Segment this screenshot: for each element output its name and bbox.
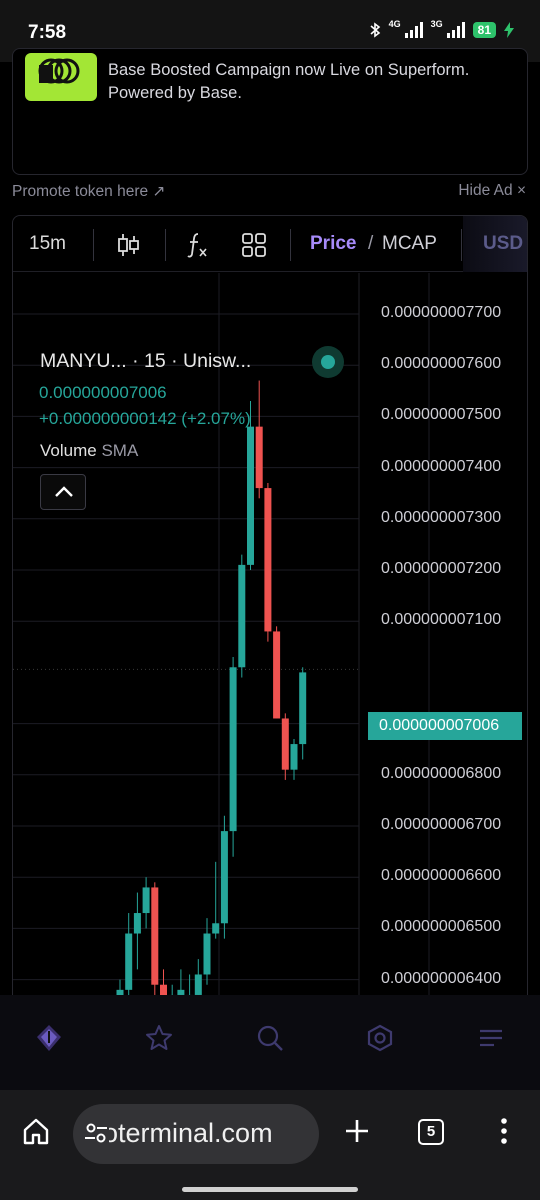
price-chart[interactable]: 0.000000007700 0.000000007600 0.0000000075…: [13, 273, 528, 995]
indicators-fx-icon[interactable]: [182, 230, 212, 260]
candle: [273, 631, 281, 719]
candle: [220, 831, 228, 924]
toolbar-divider: [461, 229, 462, 261]
toolbar-divider: [165, 229, 166, 261]
status-icons: 4G 3G 81: [369, 19, 514, 38]
ad-text: Base Boosted Campaign now Live on Superf…: [108, 61, 470, 102]
layout-grid-icon[interactable]: [239, 230, 269, 260]
candle: [247, 426, 254, 565]
collapse-legend-button[interactable]: [40, 474, 86, 510]
status-time: 7:58: [28, 22, 67, 43]
search-icon[interactable]: [255, 1023, 285, 1053]
browser-toolbar: oterminal.com 5: [0, 1090, 540, 1200]
candle: [151, 887, 159, 985]
toolbar-divider: [290, 229, 291, 261]
symbol-title[interactable]: MANYU... · 15 · Unisw...: [40, 350, 251, 373]
interval-selector[interactable]: 15m: [29, 233, 66, 255]
price-axis-label: 0.000000006400: [381, 969, 502, 987]
promote-token-link[interactable]: Promote token here ↗: [12, 182, 165, 201]
hexagon-settings-icon[interactable]: [365, 1023, 395, 1053]
candle: [142, 887, 150, 914]
superform-logo-icon: [25, 53, 97, 101]
home-icon[interactable]: [21, 1116, 51, 1146]
logo-icon[interactable]: [34, 1023, 64, 1053]
currency-toggle[interactable]: USD: [463, 216, 527, 272]
network-label-1: 4G: [388, 19, 401, 29]
chart-toolbar: 15m Price / MCAP USD: [13, 216, 527, 272]
signal-icon-1: [404, 22, 423, 38]
gesture-home-indicator: [182, 1187, 358, 1192]
tab-switcher-button[interactable]: 5: [418, 1119, 444, 1145]
candle: [238, 564, 246, 668]
sma-label: SMA: [101, 441, 139, 460]
chevron-up-icon: [55, 486, 73, 497]
candle: [125, 933, 133, 990]
ad-footer: Promote token here ↗ Hide Ad ×: [12, 182, 526, 202]
candle: [299, 672, 307, 745]
price-axis-label: 0.000000006600: [381, 867, 502, 885]
price-axis-label: 0.000000007500: [381, 406, 502, 424]
current-price-tag: 0.000000007006: [368, 712, 522, 740]
address-bar[interactable]: oterminal.com: [73, 1104, 319, 1164]
bottom-navigation: [0, 995, 540, 1090]
signal-icon-2: [446, 22, 465, 38]
toolbar-divider: [93, 229, 94, 261]
star-icon[interactable]: [144, 1023, 174, 1053]
price-axis-label: 0.000000007700: [381, 304, 502, 321]
legend-price: 0.000000007006: [39, 383, 167, 402]
more-options-icon[interactable]: [489, 1116, 519, 1146]
url-text: oterminal.com: [103, 1118, 273, 1148]
candle: [212, 923, 220, 934]
price-axis-label: 0.000000007100: [381, 611, 502, 629]
bluetooth-icon: [370, 22, 380, 38]
network-label-2: 3G: [430, 19, 443, 29]
candle: [255, 426, 263, 489]
candle: [194, 974, 202, 995]
price-axis-label: 0.000000007300: [381, 508, 502, 526]
new-tab-icon[interactable]: [342, 1116, 372, 1146]
hide-ad-button[interactable]: Hide Ad ×: [458, 182, 526, 200]
candlestick-chart[interactable]: [13, 273, 528, 995]
candle: [133, 913, 141, 934]
price-axis-label: 0.000000006800: [381, 764, 502, 782]
battery-indicator: 81: [472, 22, 496, 38]
price-axis-label: 0.000000007200: [381, 560, 502, 577]
price-axis-label: 0.000000006700: [381, 816, 502, 833]
legend-change: +0.000000000142 (+2.07%): [39, 409, 251, 428]
menu-icon[interactable]: [476, 1023, 506, 1053]
chart-widget: 15m Price / MCAP USD 0.000000007700 0.000…: [12, 215, 528, 995]
site-settings-icon[interactable]: [83, 1120, 109, 1146]
price-axis-label: 0.000000007400: [381, 457, 502, 475]
price-axis-label: 0.000000006500: [381, 918, 502, 936]
candle: [229, 667, 237, 832]
mcap-toggle[interactable]: MCAP: [382, 233, 437, 255]
market-status-icon: [312, 346, 344, 378]
price-axis-label: 0.000000007600: [381, 355, 502, 373]
candle: [290, 744, 298, 770]
toggle-slash: /: [368, 233, 374, 254]
charging-icon: [504, 22, 514, 38]
price-toggle[interactable]: Price: [310, 233, 356, 255]
candle: [264, 488, 272, 632]
volume-label: Volume: [40, 441, 97, 460]
candle: [160, 984, 167, 995]
candle: [281, 718, 289, 770]
ad-banner[interactable]: Base Boosted Campaign now Live on Superf…: [12, 48, 528, 175]
candlestick-type-icon[interactable]: [113, 230, 143, 260]
volume-indicator-label[interactable]: Volume SMA: [40, 441, 138, 461]
candle: [203, 933, 211, 975]
